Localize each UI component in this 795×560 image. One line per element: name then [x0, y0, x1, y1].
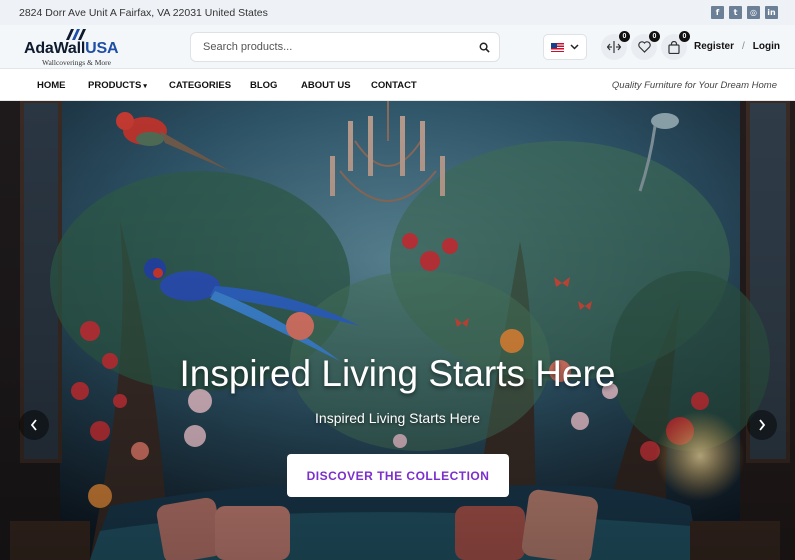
- nav-item-contact[interactable]: CONTACT: [371, 80, 417, 91]
- wishlist-count-badge: 0: [649, 31, 660, 42]
- cart-count-badge: 0: [679, 31, 690, 42]
- search-input[interactable]: Search products...: [203, 41, 469, 53]
- twitter-icon[interactable]: t: [729, 6, 742, 19]
- logo-brand-blue: USA: [85, 40, 119, 57]
- logo-mark-icon: [66, 29, 86, 40]
- auth-links: Register / Login: [694, 41, 780, 52]
- login-link[interactable]: Login: [753, 41, 780, 52]
- nav-item-home[interactable]: HOME: [37, 80, 66, 91]
- hero-subtitle: Inspired Living Starts Here: [315, 410, 480, 426]
- facebook-icon[interactable]: f: [711, 6, 724, 19]
- logo-brand-dark: AdaWall: [24, 40, 86, 57]
- discover-collection-button[interactable]: DISCOVER THE COLLECTION: [287, 454, 509, 497]
- compare-count-badge: 0: [619, 31, 630, 42]
- register-link[interactable]: Register: [694, 41, 734, 52]
- compare-icon: [607, 41, 621, 53]
- social-links: f t ◎ in: [711, 6, 778, 19]
- linkedin-icon[interactable]: in: [765, 6, 778, 19]
- compare-button[interactable]: 0: [601, 31, 630, 60]
- instagram-icon[interactable]: ◎: [747, 6, 760, 19]
- site-header: AdaWallUSA Wallcoverings & More Search p…: [0, 25, 795, 69]
- slider-next-button[interactable]: [747, 410, 777, 440]
- nav-item-products-label: PRODUCTS: [88, 80, 142, 91]
- auth-separator: /: [742, 41, 745, 52]
- us-flag-icon: [551, 42, 564, 52]
- nav-item-blog[interactable]: BLOG: [250, 80, 277, 91]
- hero-title: Inspired Living Starts Here: [179, 353, 616, 394]
- logo-brand: AdaWallUSA: [24, 40, 119, 58]
- wishlist-button[interactable]: 0: [631, 31, 660, 60]
- logo-tagline: Wallcoverings & More: [42, 58, 111, 67]
- main-nav: HOME PRODUCTS ▾ CATEGORIES BLOG ABOUT US …: [0, 70, 795, 101]
- top-bar: 2824 Dorr Ave Unit A Fairfax, VA 22031 U…: [0, 0, 795, 25]
- nav-slogan: Quality Furniture for Your Dream Home: [611, 80, 777, 91]
- nav-item-products[interactable]: PRODUCTS ▾: [88, 80, 147, 91]
- chevron-down-icon: [570, 44, 579, 50]
- site-logo[interactable]: AdaWallUSA Wallcoverings & More: [24, 27, 134, 67]
- chevron-left-icon: [30, 419, 37, 431]
- nav-item-categories[interactable]: CATEGORIES: [169, 80, 231, 91]
- hero-slider: Inspired Living Starts Here Inspired Liv…: [0, 101, 795, 560]
- chevron-right-icon: [759, 419, 766, 431]
- heart-icon: [637, 41, 651, 53]
- slider-prev-button[interactable]: [19, 410, 49, 440]
- store-address: 2824 Dorr Ave Unit A Fairfax, VA 22031 U…: [19, 6, 268, 19]
- nav-item-about[interactable]: ABOUT US: [301, 80, 351, 91]
- search-icon[interactable]: [469, 33, 499, 61]
- language-selector[interactable]: [543, 34, 587, 60]
- caret-down-icon: ▾: [143, 83, 147, 90]
- search-box[interactable]: Search products...: [190, 32, 500, 62]
- cart-button[interactable]: 0: [661, 31, 690, 60]
- shopping-bag-icon: [668, 40, 680, 54]
